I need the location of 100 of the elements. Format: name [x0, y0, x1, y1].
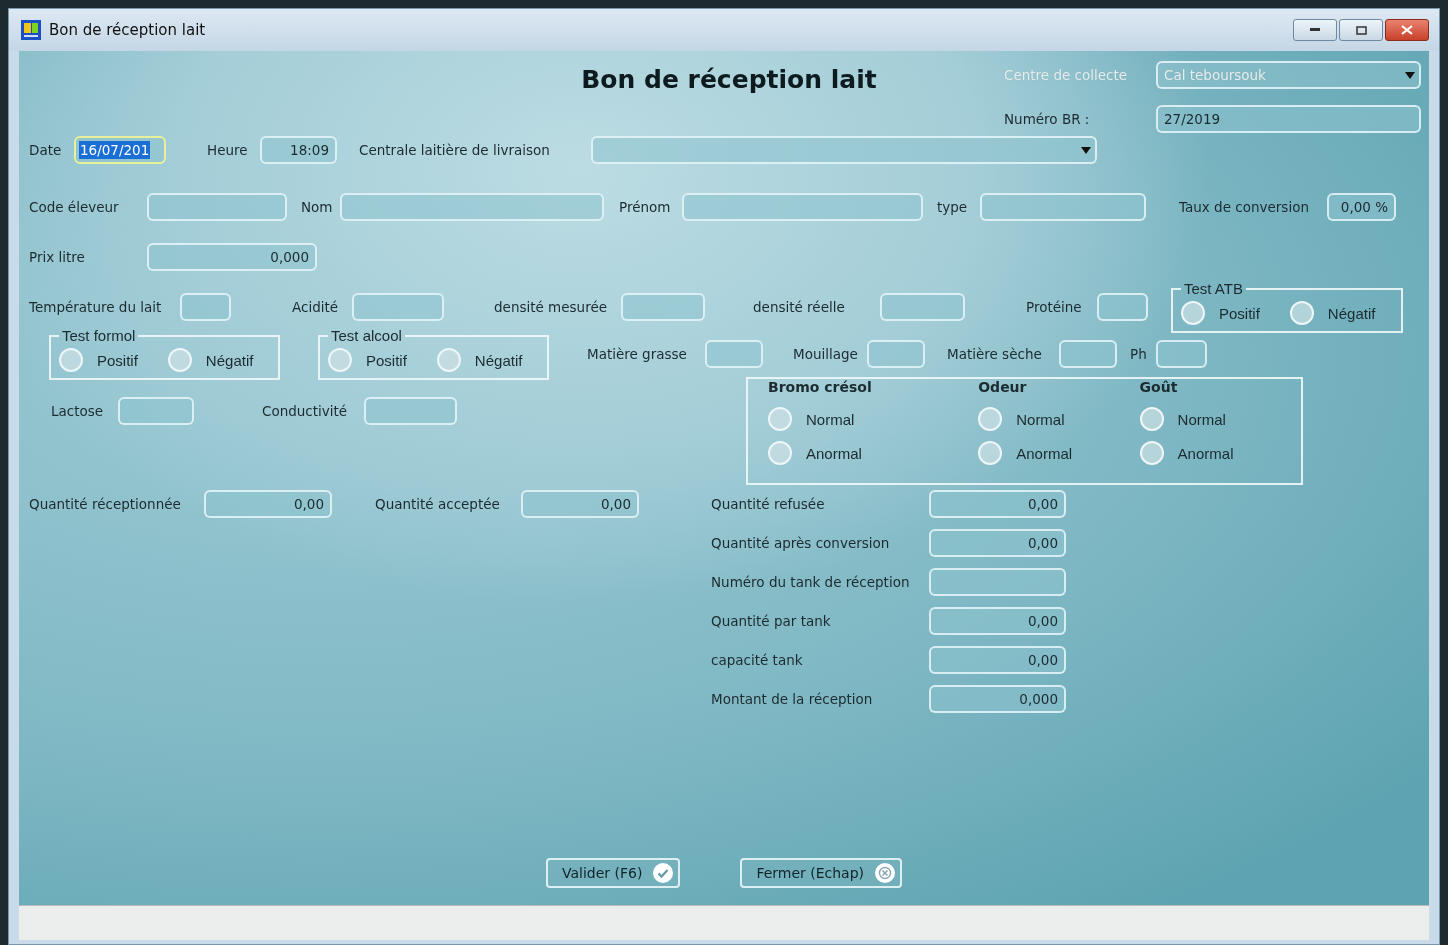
- text-field[interactable]: 0,000: [147, 243, 317, 271]
- field-label: Nom: [301, 199, 334, 215]
- text-field[interactable]: 0,00: [521, 490, 639, 518]
- option-label: Négatif: [1327, 304, 1376, 322]
- group-title: Goût: [1139, 379, 1179, 395]
- radio-button[interactable]: [978, 441, 1003, 465]
- field-label: Numéro du tank de réception: [711, 574, 911, 590]
- option-label: Anormal: [1016, 444, 1073, 462]
- text-field[interactable]: [118, 397, 194, 425]
- text-field[interactable]: [705, 339, 763, 368]
- field-label: capacité tank: [711, 652, 804, 668]
- field-label: Prénom: [619, 199, 672, 215]
- option-label: Positif: [366, 351, 407, 369]
- field-label: Protéine: [1026, 298, 1083, 315]
- text-field[interactable]: [147, 193, 287, 221]
- field-label: Montant de la réception: [711, 691, 874, 707]
- text-field[interactable]: [364, 397, 457, 425]
- text-field[interactable]: [1059, 339, 1117, 368]
- field-label: Ph: [1130, 345, 1148, 362]
- option-label: Négatif: [474, 351, 523, 369]
- text-field[interactable]: [980, 193, 1146, 221]
- radio-button[interactable]: [1139, 407, 1164, 431]
- option-label: Normal: [806, 410, 855, 428]
- minimize-button[interactable]: [1293, 19, 1337, 41]
- option-label: Normal: [1016, 410, 1065, 428]
- radio-button[interactable]: [768, 441, 792, 465]
- app-logo-icon: [21, 20, 41, 40]
- minimize-icon: [1310, 28, 1320, 32]
- radio-button[interactable]: [1139, 441, 1164, 465]
- dropdown[interactable]: [591, 136, 1097, 164]
- field-label: type: [937, 199, 969, 215]
- text-field[interactable]: 0,000: [929, 685, 1066, 713]
- group-title: Test formol: [61, 327, 137, 344]
- text-field[interactable]: [1156, 339, 1207, 368]
- text-field[interactable]: [1097, 292, 1148, 321]
- text-field[interactable]: [340, 193, 604, 221]
- radio-button[interactable]: [59, 348, 83, 372]
- text-field[interactable]: [880, 292, 965, 321]
- text-field[interactable]: 0,00 %: [1327, 193, 1396, 221]
- field-label: Quantité refusée: [711, 496, 826, 512]
- field-label: densité mesurée: [494, 298, 609, 315]
- caret-icon: [1081, 146, 1091, 154]
- radio-button[interactable]: [1181, 301, 1205, 325]
- radio-button[interactable]: [328, 348, 352, 372]
- field-label: Conductivité: [262, 403, 349, 419]
- field-label: Matière sèche: [947, 345, 1043, 362]
- text-field[interactable]: [867, 339, 925, 368]
- field-label: Centrale laitière de livraison: [359, 142, 551, 158]
- field-label: Mouillage: [793, 345, 859, 362]
- option-label: Positif: [1219, 304, 1260, 322]
- option-label: Négatif: [205, 351, 254, 369]
- option-label: Anormal: [806, 444, 862, 462]
- field-label: Taux de conversion: [1179, 199, 1310, 215]
- text-field[interactable]: 0,00: [929, 646, 1066, 674]
- text-field[interactable]: [352, 292, 444, 321]
- group-title: Test ATB: [1183, 280, 1244, 297]
- option-label: Positif: [97, 351, 138, 369]
- text-field[interactable]: [929, 568, 1066, 596]
- text-field[interactable]: 27/2019: [1156, 105, 1421, 133]
- field-label: Heure: [207, 142, 249, 158]
- field-label: Acidité: [292, 298, 340, 315]
- field-label: Code éleveur: [29, 199, 120, 215]
- field-label: Prix litre: [29, 249, 86, 265]
- field-label: Quantité après conversion: [711, 535, 891, 551]
- date-field[interactable]: 16/07/201: [74, 136, 166, 164]
- text-field[interactable]: [180, 292, 231, 321]
- field-label: Quantité par tank: [711, 613, 832, 629]
- option-label: Anormal: [1177, 444, 1234, 462]
- text-field[interactable]: 0,00: [204, 490, 332, 518]
- close-button[interactable]: Fermer (Echap): [740, 858, 903, 888]
- maximize-icon: [1355, 25, 1367, 35]
- caret-icon: [1405, 71, 1415, 79]
- radio-button[interactable]: [768, 407, 792, 431]
- field-label: Matière grasse: [587, 345, 688, 362]
- field-label: Centre de collecte: [1004, 67, 1129, 83]
- close-button[interactable]: [1385, 19, 1429, 41]
- radio-button[interactable]: [436, 348, 461, 372]
- field-label: Température du lait: [29, 298, 163, 315]
- option-label: Normal: [1177, 410, 1226, 428]
- text-field[interactable]: 0,00: [929, 529, 1066, 557]
- field-label: densité réelle: [753, 298, 846, 315]
- text-field[interactable]: 18:09: [260, 136, 337, 164]
- radio-button[interactable]: [1289, 301, 1314, 325]
- field-label: Numéro BR :: [1004, 111, 1091, 127]
- radio-button[interactable]: [167, 348, 192, 372]
- group-title: Bromo crésol: [768, 379, 873, 395]
- text-field[interactable]: 0,00: [929, 490, 1066, 518]
- check-icon: [652, 862, 675, 884]
- group-title: Odeur: [978, 379, 1028, 395]
- text-field[interactable]: [682, 193, 923, 221]
- text-field[interactable]: [621, 292, 705, 321]
- validate-button[interactable]: Valider (F6): [545, 858, 681, 888]
- radio-button[interactable]: [978, 407, 1003, 431]
- maximize-button[interactable]: [1339, 19, 1383, 41]
- field-label: Quantité acceptée: [375, 496, 501, 512]
- field-label: Lactose: [51, 403, 105, 419]
- text-field[interactable]: 0,00: [929, 607, 1066, 635]
- group-title: Test alcool: [330, 327, 403, 344]
- close-icon: [1401, 25, 1413, 35]
- field-label: Quantité réceptionnée: [29, 496, 182, 512]
